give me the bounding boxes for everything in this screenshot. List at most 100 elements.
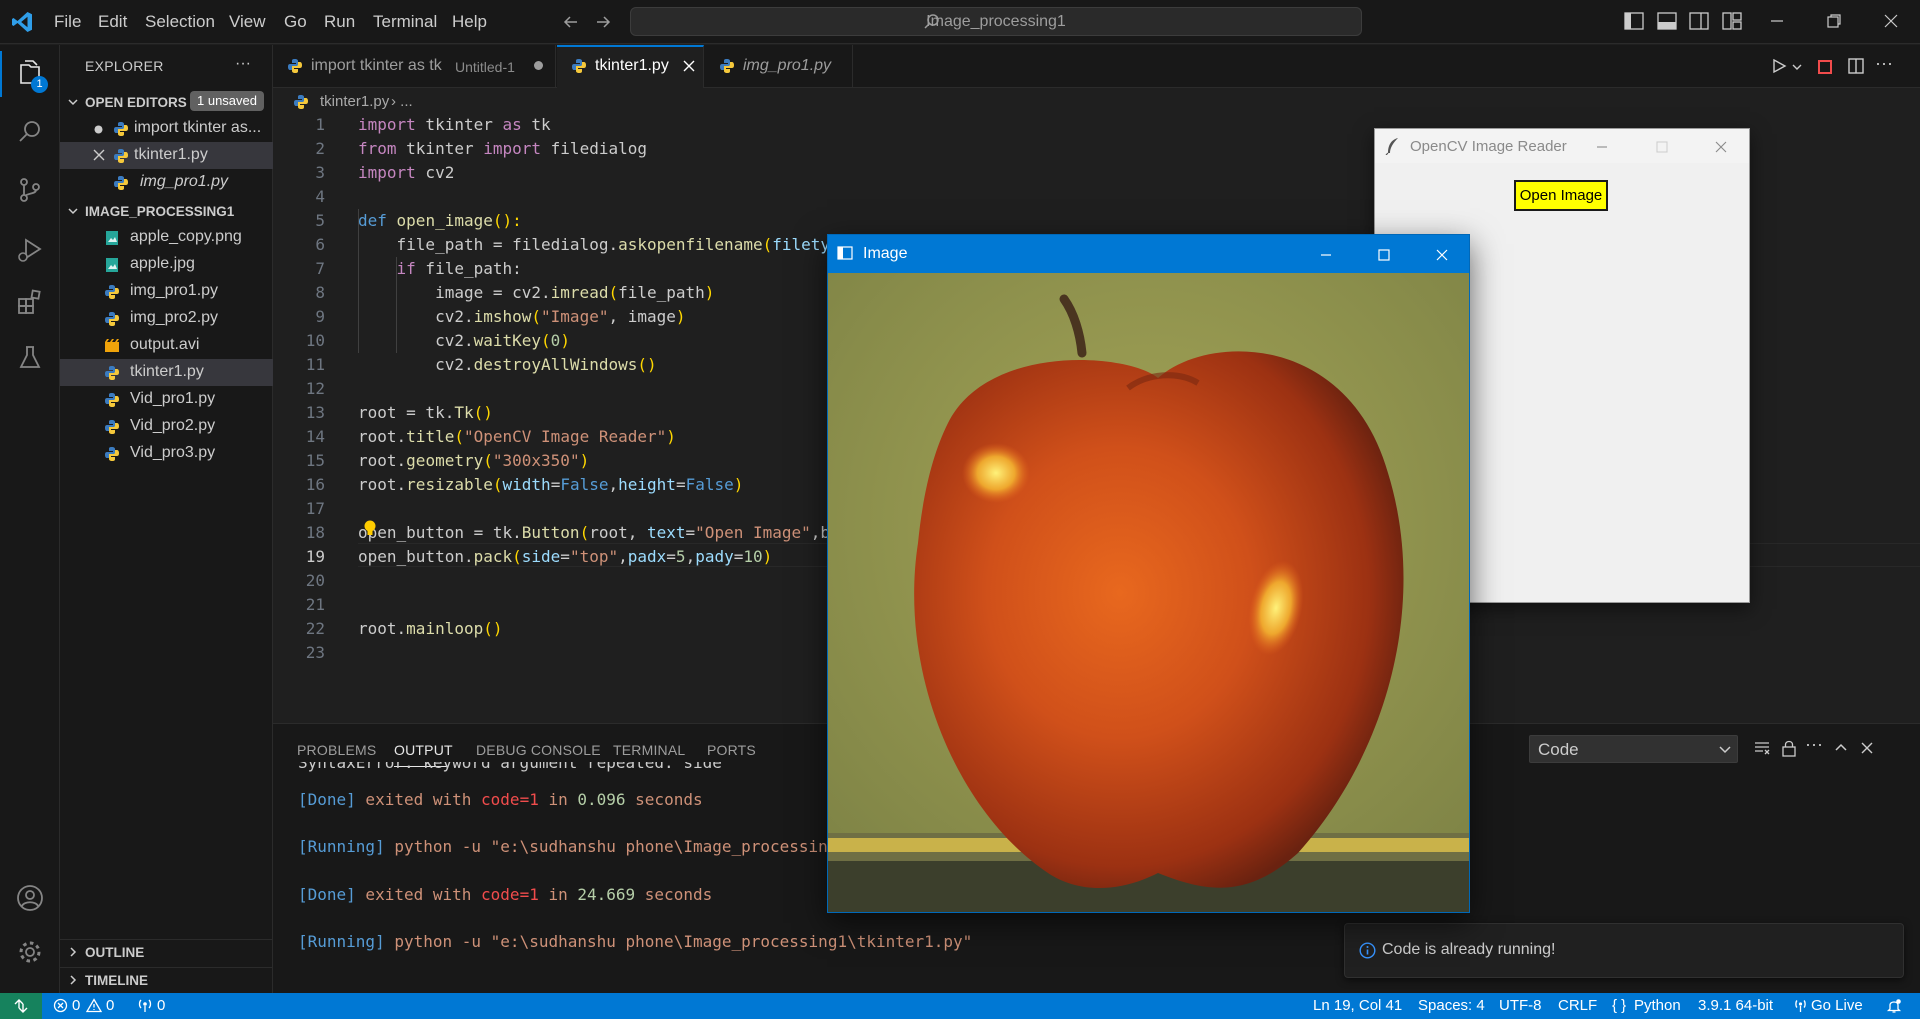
- menu-run[interactable]: Run: [324, 12, 355, 32]
- file-item[interactable]: apple.jpg: [60, 251, 273, 278]
- source-control-icon[interactable]: [15, 175, 45, 205]
- image-window-titlebar[interactable]: Image: [828, 235, 1469, 273]
- lock-icon[interactable]: [1780, 739, 1798, 757]
- warning-count[interactable]: 0: [106, 997, 114, 1014]
- maximize-icon[interactable]: [1376, 247, 1392, 263]
- notifications-bell-icon[interactable]: [1886, 998, 1902, 1014]
- stop-code-run-icon[interactable]: [1817, 59, 1833, 75]
- file-item[interactable]: output.avi: [60, 332, 273, 359]
- menu-go[interactable]: Go: [284, 12, 307, 32]
- broadcast-icon[interactable]: [137, 998, 153, 1013]
- menu-edit[interactable]: Edit: [98, 12, 127, 32]
- python-file-icon: [104, 419, 120, 435]
- output-channel-select[interactable]: Code: [1529, 735, 1738, 763]
- arrow-right-icon[interactable]: [594, 13, 612, 31]
- tk-window-titlebar[interactable]: OpenCV Image Reader: [1375, 129, 1749, 163]
- open-image-button[interactable]: Open Image: [1514, 180, 1608, 211]
- code-line: root.geometry("300x350"): [358, 451, 590, 470]
- cursor-position[interactable]: Ln 19, Col 41: [1313, 997, 1402, 1014]
- info-icon: [1359, 942, 1376, 959]
- go-live-button[interactable]: Go Live: [1811, 997, 1863, 1014]
- run-python-file-icon[interactable]: [1770, 57, 1788, 75]
- breadcrumb-file[interactable]: tkinter1.py: [320, 93, 389, 110]
- tab-label: import tkinter as tk: [311, 57, 442, 74]
- tab-tkinter1[interactable]: tkinter1.py: [557, 45, 704, 88]
- tab-untitled[interactable]: import tkinter as tk Untitled-1: [273, 45, 556, 88]
- testing-icon[interactable]: [15, 343, 45, 373]
- maximize-panel-icon[interactable]: [1832, 739, 1850, 757]
- split-editor-icon[interactable]: [1847, 57, 1865, 75]
- extensions-icon[interactable]: [15, 287, 45, 317]
- file-item[interactable]: img_pro1.py: [60, 278, 273, 305]
- tab-img-pro1[interactable]: img_pro1.py: [705, 45, 853, 88]
- open-editor-tkinter1[interactable]: tkinter1.py: [60, 142, 273, 169]
- close-icon[interactable]: [682, 59, 696, 73]
- image-window[interactable]: Image: [827, 234, 1470, 913]
- run-debug-icon[interactable]: [15, 235, 45, 265]
- open-editor-img-pro1[interactable]: img_pro1.py: [60, 169, 273, 196]
- file-item[interactable]: Vid_pro2.py: [60, 413, 273, 440]
- close-icon[interactable]: [92, 148, 106, 162]
- end-of-line[interactable]: CRLF: [1558, 997, 1597, 1014]
- file-item[interactable]: Vid_pro1.py: [60, 386, 273, 413]
- encoding[interactable]: UTF-8: [1499, 997, 1542, 1014]
- close-panel-icon[interactable]: [1858, 739, 1876, 757]
- timeline-header[interactable]: TIMELINE: [60, 967, 273, 991]
- menu-file[interactable]: File: [54, 12, 81, 32]
- customize-layout-icon[interactable]: [1722, 12, 1742, 30]
- menu-terminal[interactable]: Terminal: [373, 12, 437, 32]
- more-actions-icon[interactable]: ···: [1875, 53, 1893, 74]
- close-window-icon[interactable]: [1713, 139, 1729, 155]
- file-item[interactable]: apple_copy.png: [60, 224, 273, 251]
- command-center[interactable]: Image_processing1: [630, 7, 1362, 36]
- lightbulb-icon[interactable]: [363, 520, 377, 538]
- remote-indicator[interactable]: [0, 993, 42, 1019]
- error-icon[interactable]: [53, 998, 68, 1013]
- minimize-icon[interactable]: [1318, 247, 1334, 263]
- minimize-icon[interactable]: [1768, 12, 1786, 30]
- notification-toast[interactable]: Code is already running!: [1344, 923, 1904, 978]
- more-actions-icon[interactable]: ···: [1805, 734, 1823, 755]
- settings-gear-icon[interactable]: [15, 937, 45, 967]
- python-file-icon: [287, 58, 303, 74]
- chevron-down-icon[interactable]: [1791, 61, 1803, 73]
- menu-selection[interactable]: Selection: [145, 12, 215, 32]
- toggle-secondary-sidebar-icon[interactable]: [1689, 12, 1709, 30]
- tab-debug-console[interactable]: DEBUG CONSOLE: [476, 742, 601, 758]
- ports-count[interactable]: 0: [157, 997, 165, 1014]
- more-actions-icon[interactable]: ···: [235, 55, 251, 73]
- minimize-icon[interactable]: [1594, 139, 1610, 155]
- unsaved-dot-icon[interactable]: [533, 60, 544, 71]
- tab-output[interactable]: OUTPUT: [394, 742, 453, 758]
- arrow-left-icon[interactable]: [562, 13, 580, 31]
- toggle-panel-icon[interactable]: [1657, 12, 1677, 30]
- tab-ports[interactable]: PORTS: [707, 742, 756, 758]
- close-window-icon[interactable]: [1434, 247, 1450, 263]
- error-count[interactable]: 0: [72, 997, 80, 1014]
- menu-help[interactable]: Help: [452, 12, 487, 32]
- python-interpreter[interactable]: 3.9.1 64-bit: [1698, 997, 1773, 1014]
- maximize-icon: [1654, 139, 1670, 155]
- close-window-icon[interactable]: [1882, 12, 1900, 30]
- menu-view[interactable]: View: [229, 12, 266, 32]
- breadcrumb-symbols[interactable]: › ...: [391, 93, 413, 110]
- go-live-icon[interactable]: [1793, 998, 1808, 1013]
- file-item[interactable]: img_pro2.py: [60, 305, 273, 332]
- folder-header[interactable]: IMAGE_PROCESSING1: [60, 199, 273, 223]
- search-icon[interactable]: [15, 117, 45, 147]
- clear-output-icon[interactable]: [1753, 739, 1771, 757]
- language-mode[interactable]: Python: [1634, 997, 1681, 1014]
- accounts-icon[interactable]: [15, 883, 45, 913]
- tab-problems[interactable]: PROBLEMS: [297, 742, 376, 758]
- indentation[interactable]: Spaces: 4: [1418, 997, 1485, 1014]
- tab-terminal[interactable]: TERMINAL: [613, 742, 685, 758]
- python-file-icon: [113, 121, 129, 137]
- toggle-primary-sidebar-icon[interactable]: [1624, 12, 1644, 30]
- file-item[interactable]: tkinter1.py: [60, 359, 273, 386]
- restore-icon[interactable]: [1825, 12, 1843, 30]
- open-editor-untitled[interactable]: import tkinter as...: [60, 115, 273, 142]
- outline-header[interactable]: OUTLINE: [60, 939, 273, 963]
- warning-icon[interactable]: [86, 998, 102, 1013]
- file-item[interactable]: Vid_pro3.py: [60, 440, 273, 467]
- open-editors-header[interactable]: OPEN EDITORS 1 unsaved: [60, 90, 273, 114]
